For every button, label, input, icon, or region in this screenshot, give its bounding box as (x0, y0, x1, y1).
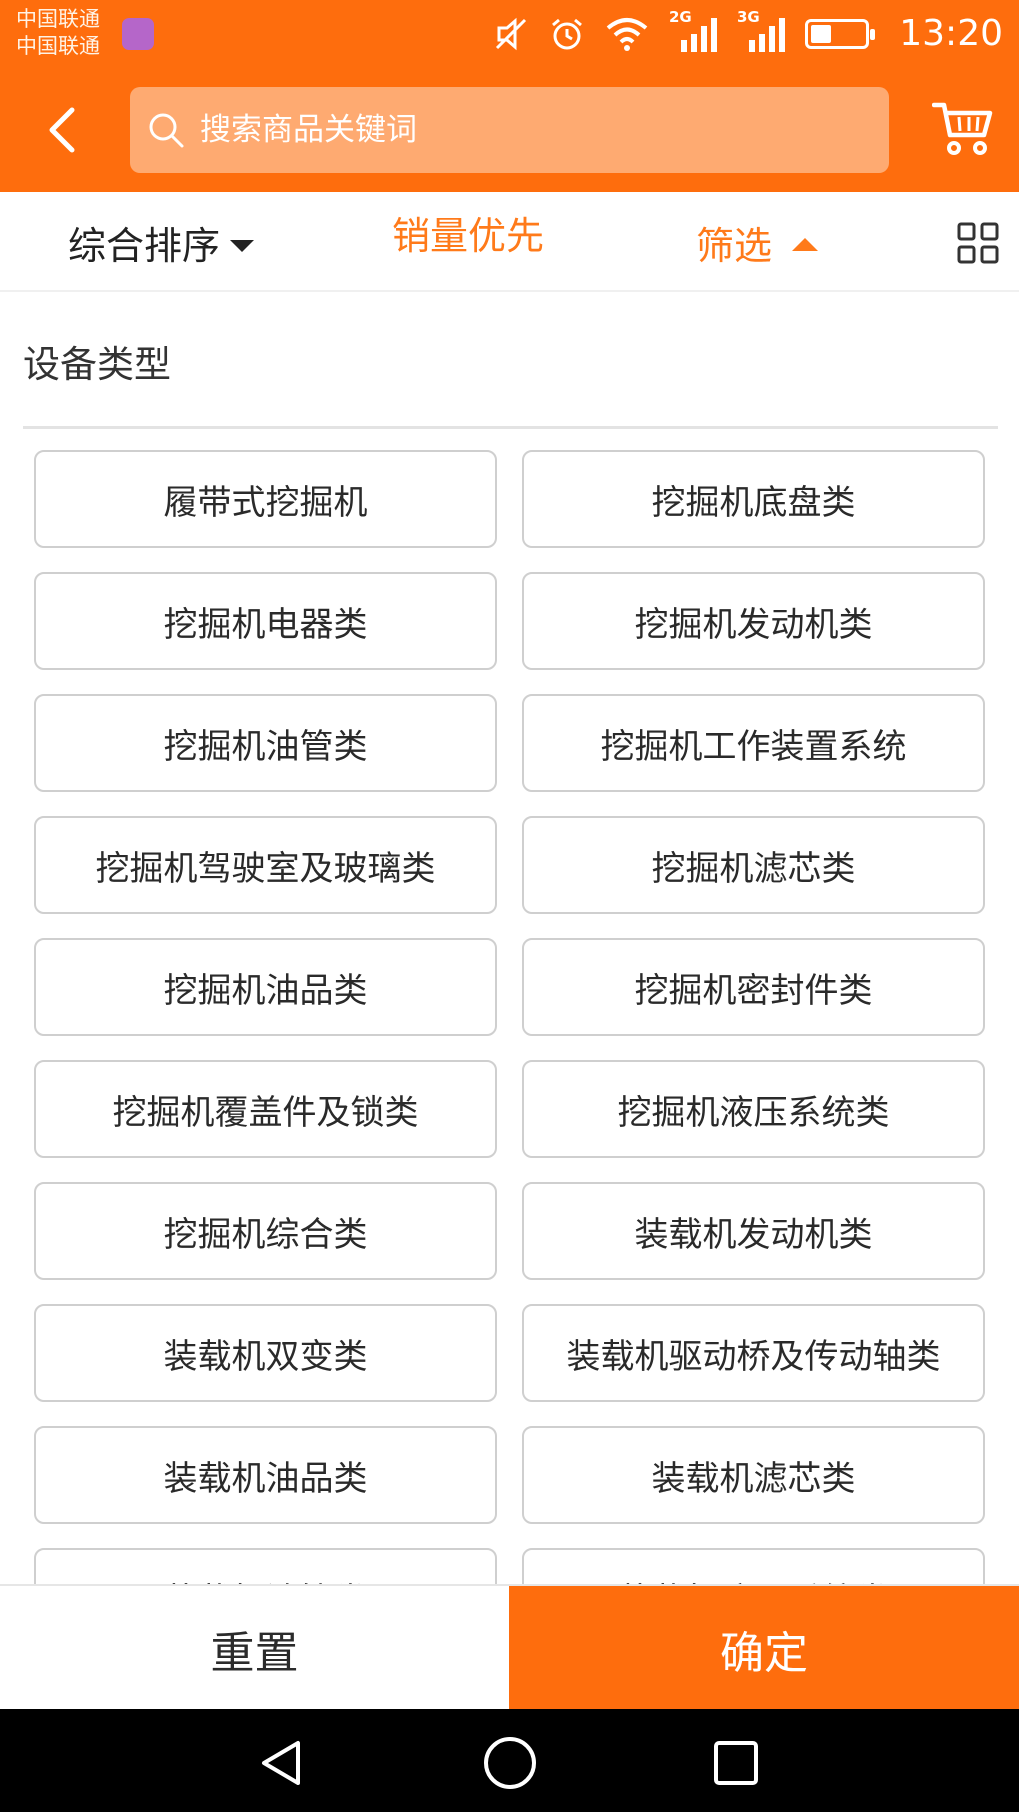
filter-label: 筛选 (696, 223, 773, 268)
filter-option[interactable]: 挖掘机油管类 (34, 694, 497, 792)
signal-2g-icon: 2G (669, 8, 717, 54)
status-icons: 2G 3G (493, 8, 875, 56)
filter-option[interactable]: 挖掘机底盘类 (522, 450, 985, 548)
section-title: 设备类型 (23, 343, 171, 386)
carrier-2: 中国联通 (16, 34, 100, 58)
filter-option[interactable]: 挖掘机密封件类 (522, 938, 985, 1036)
filter-option[interactable]: 挖掘机液压系统类 (522, 1060, 985, 1158)
filter-option[interactable]: 装载机双变类 (34, 1304, 497, 1402)
sort-default-button[interactable]: 综合排序 (68, 192, 255, 292)
network-type-1: 2G (669, 8, 692, 26)
filter-option[interactable]: 挖掘机电器类 (34, 572, 497, 670)
filter-option[interactable]: 装载机驱动桥及传动轴类 (522, 1304, 985, 1402)
gallery-notification-icon (122, 18, 154, 50)
search-icon (149, 113, 184, 148)
filter-option[interactable]: 挖掘机综合类 (34, 1182, 497, 1280)
search-input[interactable] (198, 111, 858, 149)
network-type-2: 3G (737, 8, 760, 26)
filter-option[interactable]: 装载机滤芯类 (522, 1426, 985, 1524)
sort-bar: 综合排序 销量优先 筛选 (0, 192, 1019, 292)
filter-option[interactable]: 挖掘机工作装置系统 (522, 694, 985, 792)
back-arrow-icon[interactable] (30, 92, 100, 167)
wifi-icon (606, 18, 648, 51)
filter-button[interactable]: 筛选 (696, 192, 819, 292)
nav-recent-apps-icon[interactable] (712, 1739, 760, 1787)
filter-option[interactable]: 装载机液压系统类 (522, 1548, 985, 1584)
filter-option[interactable]: 挖掘机滤芯类 (522, 816, 985, 914)
section-divider (23, 426, 998, 429)
mute-icon (495, 17, 527, 51)
status-bar: 中国联通 中国联通 2G 3G 13:20 (0, 0, 1019, 67)
status-time: 13:20 (899, 13, 1003, 54)
filter-option[interactable]: 挖掘机覆盖件及锁类 (34, 1060, 497, 1158)
filter-option[interactable]: 履带式挖掘机 (34, 450, 497, 548)
chevron-down-icon (230, 240, 255, 252)
alarm-icon (552, 18, 582, 50)
sort-sales-label: 销量优先 (392, 213, 545, 258)
filter-option[interactable]: 装载机油管类 (34, 1548, 497, 1584)
filter-option[interactable]: 装载机油品类 (34, 1426, 497, 1524)
sort-default-label: 综合排序 (68, 223, 221, 268)
nav-back-icon[interactable] (256, 1737, 308, 1789)
bottom-actions: 重置 确定 (0, 1584, 1019, 1711)
grid-view-icon[interactable] (957, 222, 999, 264)
cart-icon[interactable] (932, 99, 994, 157)
search-box[interactable] (130, 87, 889, 173)
filter-option[interactable]: 挖掘机发动机类 (522, 572, 985, 670)
carrier-1: 中国联通 (16, 7, 100, 31)
confirm-button[interactable]: 确定 (509, 1586, 1019, 1711)
battery-icon (805, 19, 875, 49)
filter-option[interactable]: 挖掘机驾驶室及玻璃类 (34, 816, 497, 914)
carrier-labels: 中国联通 中国联通 (16, 6, 100, 60)
signal-3g-icon: 3G (737, 8, 785, 54)
chevron-up-icon (792, 237, 819, 251)
reset-button[interactable]: 重置 (0, 1586, 509, 1711)
sort-sales-button[interactable]: 销量优先 (392, 182, 544, 282)
options-grid: 履带式挖掘机 挖掘机底盘类 挖掘机电器类 挖掘机发动机类 挖掘机油管类 挖掘机工… (34, 450, 986, 1584)
system-nav-bar (0, 1709, 1019, 1812)
filter-option[interactable]: 挖掘机油品类 (34, 938, 497, 1036)
filter-panel: 设备类型 履带式挖掘机 挖掘机底盘类 挖掘机电器类 挖掘机发动机类 挖掘机油管类… (0, 294, 1019, 1584)
nav-home-icon[interactable] (482, 1735, 538, 1791)
header-bar (0, 67, 1019, 192)
filter-option[interactable]: 装载机发动机类 (522, 1182, 985, 1280)
